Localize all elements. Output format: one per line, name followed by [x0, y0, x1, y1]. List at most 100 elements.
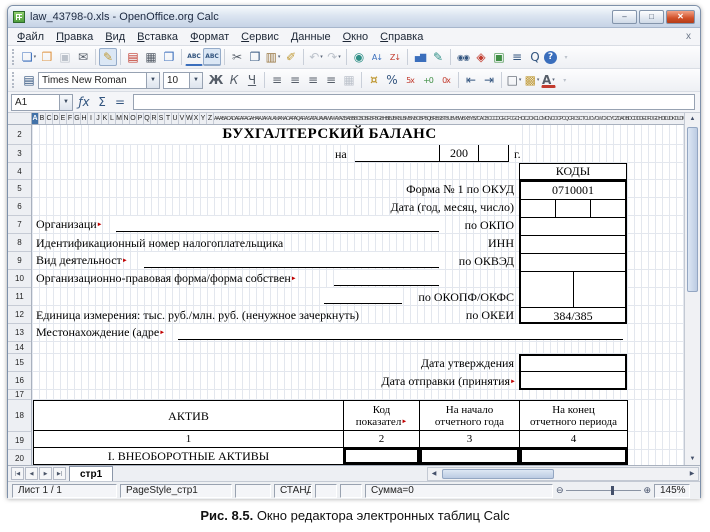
- scroll-right-icon[interactable]: ▶: [686, 468, 698, 480]
- copy-icon[interactable]: ❐: [246, 48, 264, 66]
- align-center-icon[interactable]: ≡: [286, 71, 304, 89]
- toolbar-grip[interactable]: [12, 72, 16, 88]
- zoom-in-icon[interactable]: ⊕: [643, 485, 651, 496]
- row-header-10[interactable]: 10: [8, 270, 31, 288]
- row-header-6[interactable]: 6: [8, 198, 31, 216]
- row-header-8[interactable]: 8: [8, 234, 31, 252]
- merge-cells-icon[interactable]: ▦: [340, 71, 358, 89]
- column-header-A[interactable]: A: [32, 113, 39, 124]
- column-header-F[interactable]: F: [67, 113, 74, 124]
- delete-decimal-icon[interactable]: 0x: [437, 71, 455, 89]
- menu-Правка[interactable]: Правка: [50, 30, 99, 44]
- menu-Сервис[interactable]: Сервис: [235, 30, 285, 44]
- minimize-button[interactable]: –: [612, 10, 637, 24]
- underline-icon[interactable]: Ч: [243, 71, 261, 89]
- status-insert-mode[interactable]: СТАНД: [274, 484, 312, 498]
- scroll-down-icon[interactable]: ▼: [685, 453, 700, 465]
- column-header-C[interactable]: C: [46, 113, 53, 124]
- menu-Окно[interactable]: Окно: [337, 30, 375, 44]
- paste-icon[interactable]: ▥▾: [264, 48, 282, 66]
- new-document-icon[interactable]: ❏▾: [20, 48, 38, 66]
- column-header-K[interactable]: K: [102, 113, 109, 124]
- sort-ascending-icon[interactable]: A↓: [368, 48, 386, 66]
- column-header-P[interactable]: P: [137, 113, 144, 124]
- print-icon[interactable]: ▦: [142, 48, 160, 66]
- edit-file-icon[interactable]: ✎: [99, 48, 117, 66]
- next-sheet-button[interactable]: ▶: [39, 467, 52, 480]
- column-header-Q[interactable]: Q: [144, 113, 151, 124]
- find-replace-icon[interactable]: ◉◉: [454, 48, 472, 66]
- zoom-out-icon[interactable]: ⊖: [556, 485, 564, 496]
- row-header-14[interactable]: 14: [8, 342, 31, 354]
- toolbar-overflow-icon[interactable]: ▾: [557, 48, 575, 66]
- column-header-R[interactable]: R: [151, 113, 158, 124]
- close-button[interactable]: ✕: [666, 10, 695, 24]
- scroll-up-icon[interactable]: ▲: [685, 113, 700, 125]
- increase-indent-icon[interactable]: ⇥: [480, 71, 498, 89]
- number-format-currency-icon[interactable]: ¤: [365, 71, 383, 89]
- menu-Формат[interactable]: Формат: [184, 30, 235, 44]
- navigator-icon[interactable]: ◈: [472, 48, 490, 66]
- styles-window-icon[interactable]: ▤: [20, 71, 38, 89]
- menu-Данные[interactable]: Данные: [285, 30, 337, 44]
- table-cell-end[interactable]: [520, 448, 627, 465]
- first-sheet-button[interactable]: |◀: [11, 467, 24, 480]
- okved-code-cell[interactable]: [521, 254, 625, 272]
- row-header-9[interactable]: 9: [8, 252, 31, 270]
- open-folder-icon[interactable]: ❒: [38, 48, 56, 66]
- year-suffix-blank[interactable]: [479, 145, 509, 162]
- hyperlink-icon[interactable]: ◉: [350, 48, 368, 66]
- column-header-B[interactable]: B: [39, 113, 46, 124]
- row-header-20[interactable]: 20: [8, 450, 31, 465]
- row-header-7[interactable]: 7: [8, 216, 31, 234]
- document-close-icon[interactable]: х: [680, 31, 697, 42]
- email-icon[interactable]: ✉: [74, 48, 92, 66]
- vertical-scrollbar[interactable]: ▲ ▼: [684, 113, 700, 465]
- number-format-standard-icon[interactable]: 5x: [401, 71, 419, 89]
- add-decimal-icon[interactable]: +0: [419, 71, 437, 89]
- name-box[interactable]: A1 ▼: [11, 94, 73, 111]
- chevron-down-icon[interactable]: ▼: [59, 95, 72, 110]
- title-bar[interactable]: law_43798-0.xls - OpenOffice.org Calc – …: [8, 6, 700, 28]
- align-justify-icon[interactable]: ≡: [322, 71, 340, 89]
- row-header-15[interactable]: 15: [8, 354, 31, 372]
- help-icon[interactable]: ?: [544, 51, 557, 64]
- table-cell-code[interactable]: [344, 448, 420, 465]
- column-header-O[interactable]: O: [130, 113, 137, 124]
- legal-form-blank-field[interactable]: [334, 270, 439, 286]
- font-name-combo[interactable]: Times New Roman ▼: [38, 72, 160, 89]
- align-left-icon[interactable]: ≡: [268, 71, 286, 89]
- auto-spellcheck-icon[interactable]: ABC: [203, 48, 221, 66]
- background-color-icon[interactable]: ▩▾: [523, 71, 541, 89]
- inn-code-cell[interactable]: [521, 236, 625, 254]
- previous-sheet-button[interactable]: ◀: [25, 467, 38, 480]
- row-header-11[interactable]: 11: [8, 288, 31, 306]
- insert-chart-icon[interactable]: ▅▇: [411, 48, 429, 66]
- legal-form-blank-field-2[interactable]: [324, 288, 402, 304]
- borders-icon[interactable]: □▾: [505, 71, 523, 89]
- menu-Файл[interactable]: Файл: [11, 30, 50, 44]
- select-all-corner[interactable]: [8, 113, 32, 125]
- row-header-17[interactable]: 17: [8, 390, 31, 400]
- last-sheet-button[interactable]: ▶|: [53, 467, 66, 480]
- align-right-icon[interactable]: ≡: [304, 71, 322, 89]
- cell-grid[interactable]: БУХГАЛТЕРСКИЙ БАЛАНС на 200 г. КОДЫ 0710…: [32, 125, 684, 465]
- row-header-3[interactable]: 3: [8, 145, 31, 163]
- font-size-combo[interactable]: 10 ▼: [163, 72, 203, 89]
- row-header-4[interactable]: 4: [8, 163, 31, 180]
- zoom-slider-handle[interactable]: [611, 486, 614, 495]
- row-header-19[interactable]: 19: [8, 432, 31, 450]
- column-header-M[interactable]: M: [116, 113, 123, 124]
- column-header-D[interactable]: D: [53, 113, 60, 124]
- activity-blank-field[interactable]: [144, 252, 439, 268]
- gallery-icon[interactable]: ▣: [490, 48, 508, 66]
- horizontal-scroll-thumb[interactable]: [442, 469, 554, 479]
- zoom-percentage[interactable]: 145%: [654, 484, 690, 498]
- okpo-code-cell[interactable]: [521, 218, 625, 236]
- column-headers-extended[interactable]: AAABACADAEAFAGAHAIAJAKALAMANAOAPAQARASAT…: [214, 113, 684, 124]
- column-header-G[interactable]: G: [74, 113, 81, 124]
- column-header-L[interactable]: L: [109, 113, 116, 124]
- row-header-12[interactable]: 12: [8, 306, 31, 324]
- column-header-V[interactable]: V: [179, 113, 186, 124]
- maximize-button[interactable]: □: [639, 10, 664, 24]
